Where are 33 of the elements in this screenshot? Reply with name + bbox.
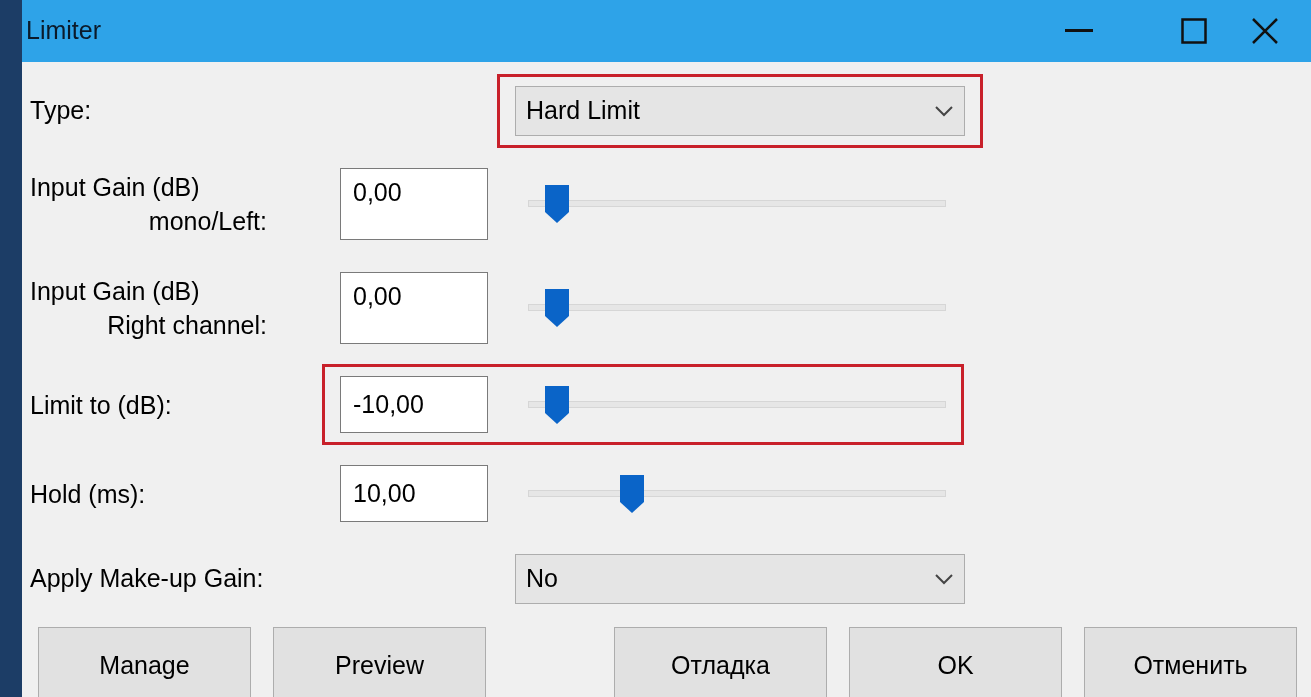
close-icon [1251, 17, 1279, 45]
chevron-down-icon [934, 573, 954, 585]
minimize-icon [1064, 29, 1093, 33]
slider[interactable] [528, 384, 946, 425]
field-label: Limit to (dB): [30, 389, 172, 421]
number-field[interactable]: 10,00 [340, 465, 488, 522]
dialog-button[interactable]: OK [849, 627, 1062, 697]
slider-thumb[interactable] [543, 288, 570, 328]
field-label: mono/Left: [148, 206, 268, 237]
slider[interactable] [528, 473, 946, 514]
slider-thumb[interactable] [543, 184, 570, 224]
field-label: Apply Make-up Gain: [30, 564, 264, 593]
dialog-button[interactable]: Preview [273, 627, 486, 697]
chevron-down-icon [934, 105, 954, 117]
maximize-icon [1180, 18, 1207, 44]
window-title: Limiter [26, 15, 102, 47]
field-label: Hold (ms): [30, 478, 146, 510]
dropdown[interactable]: Hard Limit [515, 86, 965, 136]
dropdown[interactable]: No [515, 554, 965, 604]
number-field[interactable]: 0,00 [340, 168, 488, 240]
slider[interactable] [528, 184, 946, 224]
field-label: Input Gain (dB) [30, 276, 200, 307]
number-field[interactable]: -10,00 [340, 376, 488, 433]
field-label: Type: [30, 96, 92, 125]
field-label: Input Gain (dB) [30, 172, 200, 203]
dialog-button[interactable]: Manage [38, 627, 251, 697]
slider[interactable] [528, 288, 946, 328]
dialog-button[interactable]: Отладка [614, 627, 827, 697]
number-field[interactable]: 0,00 [340, 272, 488, 344]
slider-thumb[interactable] [618, 473, 645, 514]
dialog-button[interactable]: Отменить [1084, 627, 1297, 697]
field-label: Right channel: [107, 310, 268, 341]
slider-thumb[interactable] [543, 384, 570, 425]
